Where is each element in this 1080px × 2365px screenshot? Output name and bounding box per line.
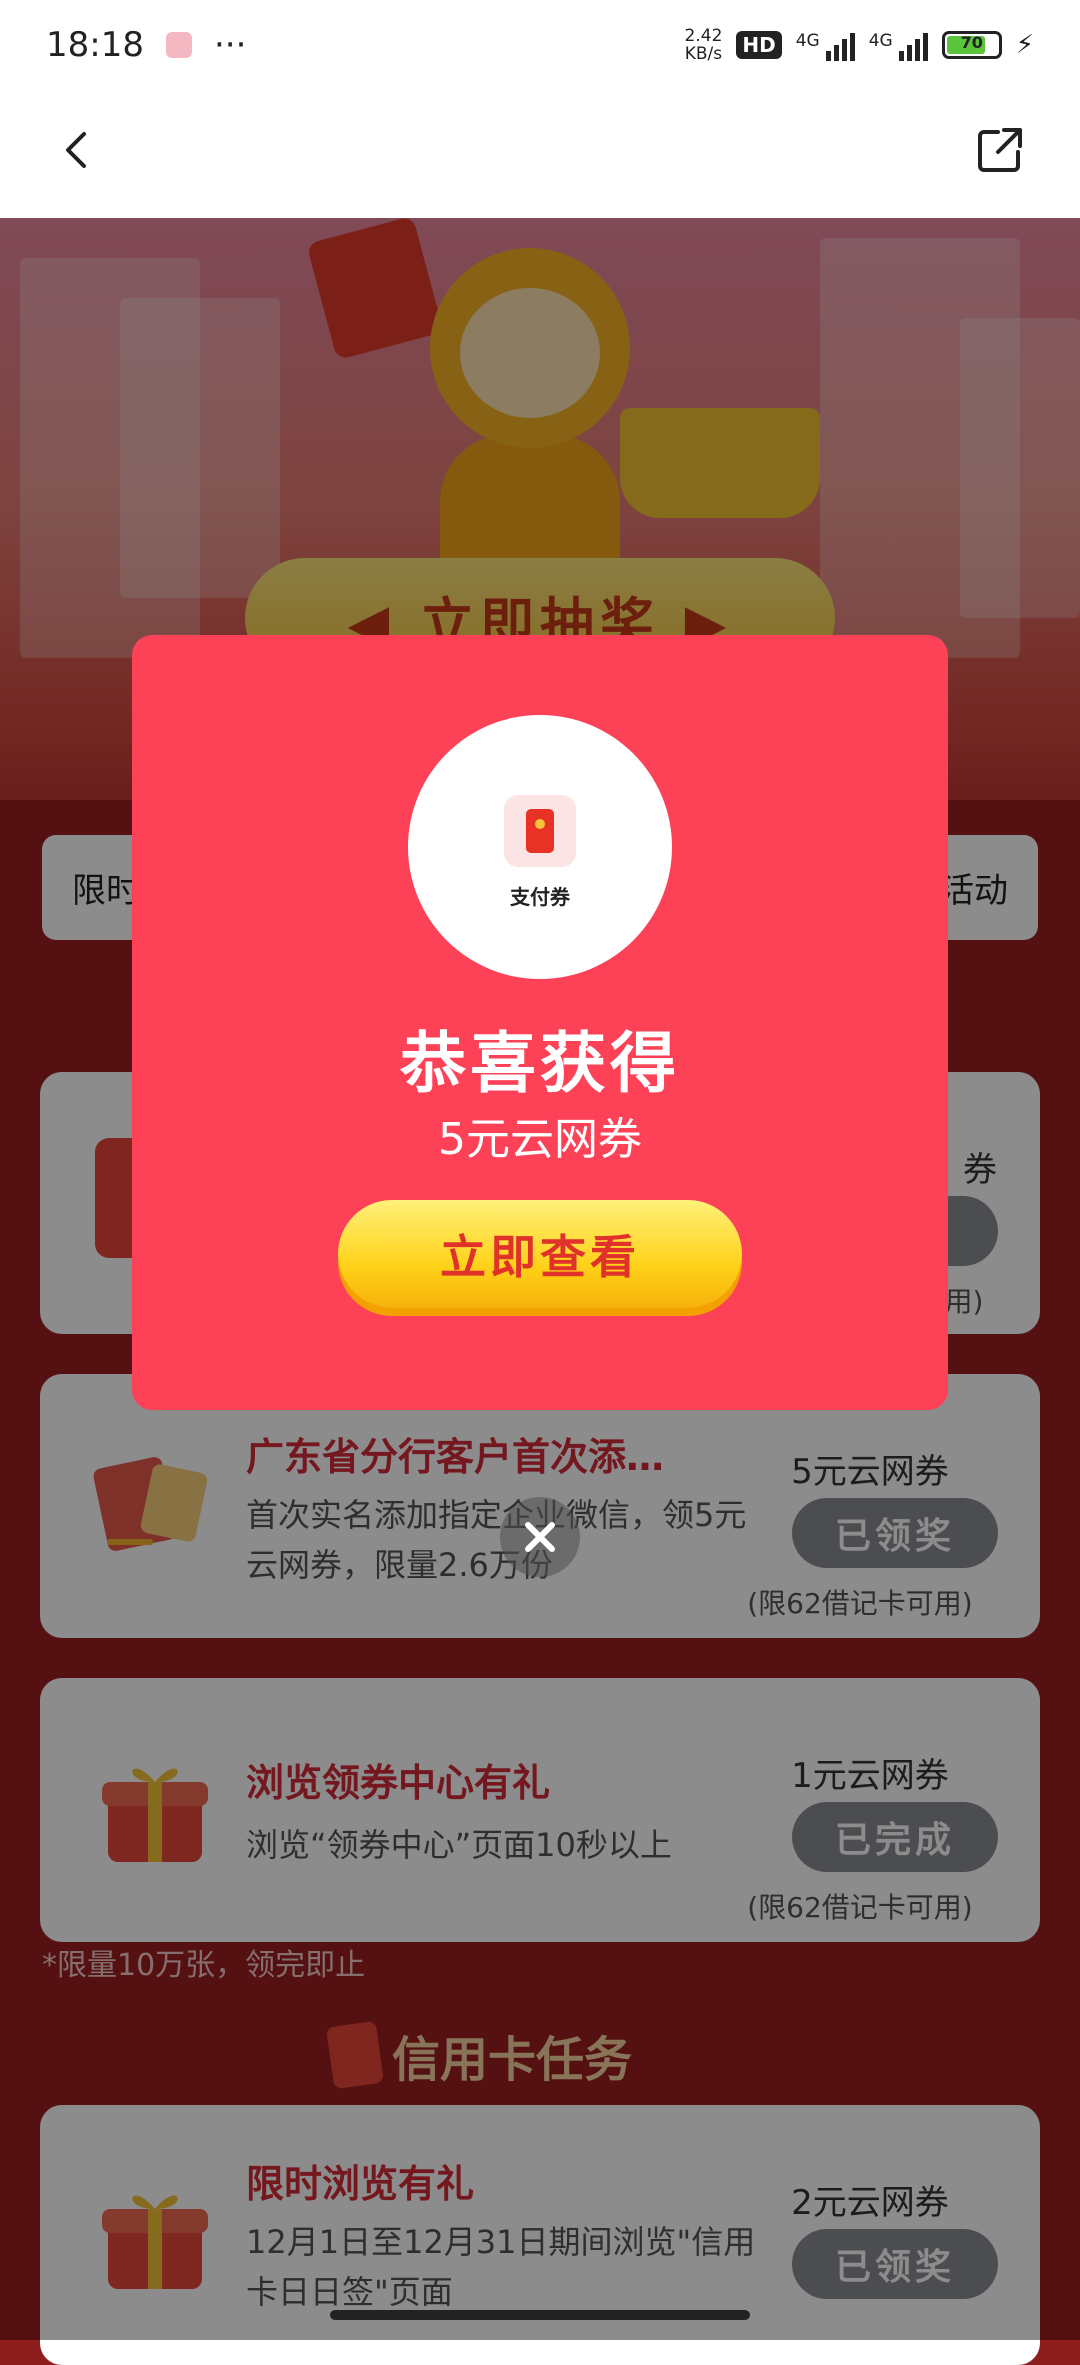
close-icon <box>525 1522 555 1552</box>
network-type-1: 4G <box>795 31 820 51</box>
red-packet-icon <box>504 795 576 867</box>
coupon-label: 支付券 <box>510 885 570 909</box>
prize-badge: 支付券 <box>408 715 672 979</box>
view-now-button[interactable]: 立即查看 <box>338 1200 742 1308</box>
nav-bar <box>0 90 1080 218</box>
share-icon[interactable] <box>976 126 1024 174</box>
close-modal-button[interactable] <box>500 1497 580 1577</box>
prize-modal: 支付券 恭喜获得 5元云网券 立即查看 <box>132 635 948 1410</box>
status-bar: 18:18 ··· 2.42 KB/s HD 4G 4G 70 ⚡ <box>0 0 1080 90</box>
network-speed: 2.42 KB/s <box>684 26 723 64</box>
network-type-2: 4G <box>868 31 893 51</box>
clock: 18:18 <box>46 25 144 65</box>
signal-icon-1 <box>825 29 855 61</box>
app-notification-icon <box>165 32 192 58</box>
home-indicator[interactable] <box>330 2310 750 2320</box>
charging-icon: ⚡ <box>1015 30 1034 60</box>
signal-icon-2 <box>898 29 928 61</box>
battery-icon: 70 <box>941 31 1002 59</box>
more-notifications-icon: ··· <box>213 25 247 65</box>
hd-voice-icon: HD <box>736 31 782 59</box>
modal-title: 恭喜获得 <box>400 1025 680 1102</box>
back-icon[interactable] <box>56 128 100 172</box>
modal-subtitle: 5元云网券 <box>438 1114 642 1165</box>
